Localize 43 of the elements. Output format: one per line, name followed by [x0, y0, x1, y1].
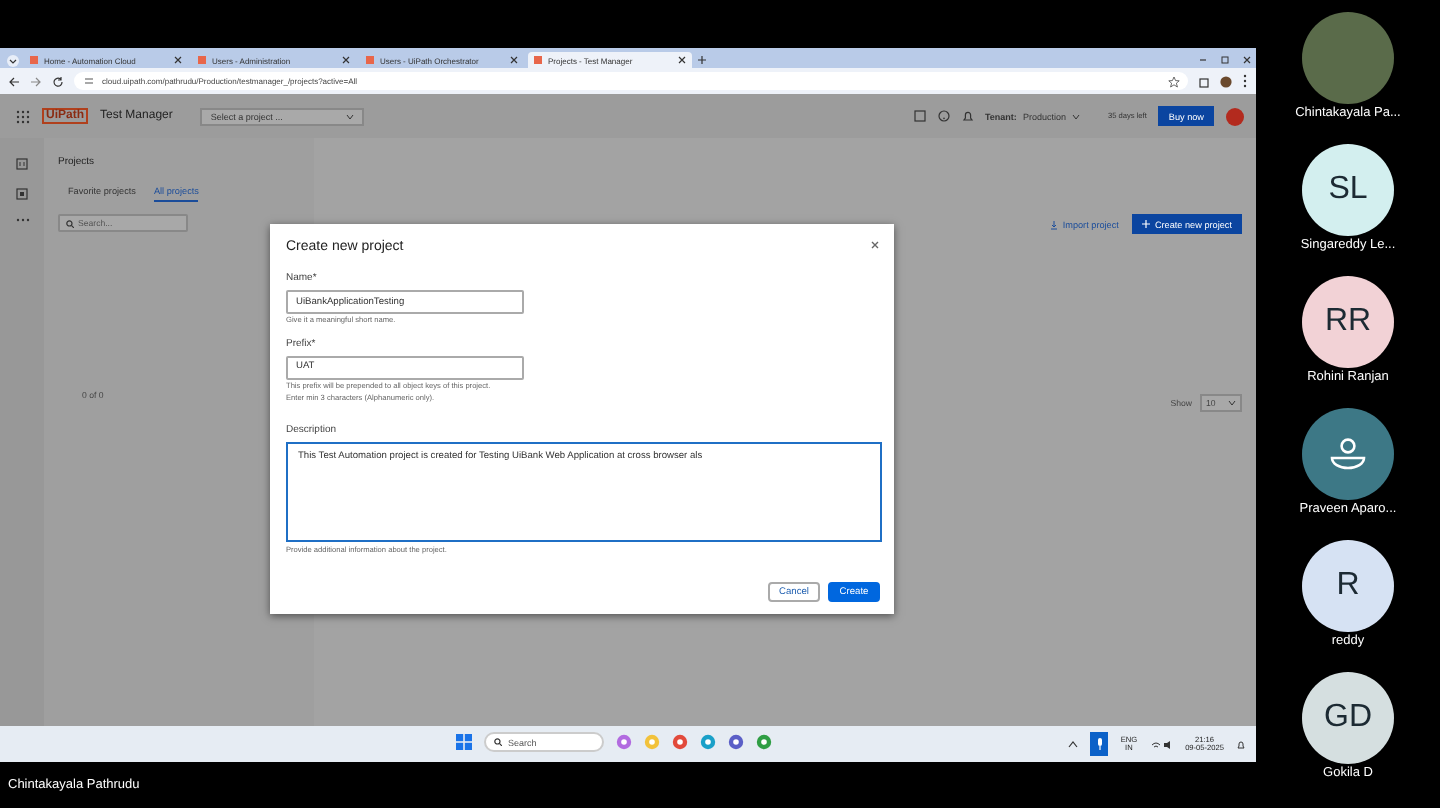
close-icon[interactable] — [342, 56, 350, 64]
close-icon[interactable] — [678, 56, 686, 64]
page-favicon — [30, 56, 38, 64]
dashboard-icon[interactable] — [16, 188, 28, 200]
site-info-icon — [84, 76, 94, 86]
profile-photo-placeholder — [1302, 12, 1394, 104]
plus-icon — [1142, 220, 1151, 228]
extensions-icon[interactable] — [1198, 75, 1210, 87]
profile-avatar-icon[interactable] — [1220, 75, 1232, 87]
new-tab-icon[interactable] — [696, 52, 708, 68]
chevron-down-icon[interactable] — [1071, 113, 1080, 119]
projects-icon[interactable] — [16, 158, 28, 170]
wifi-speaker-icon[interactable] — [1149, 739, 1174, 749]
close-icon[interactable] — [174, 56, 182, 64]
bell-icon[interactable] — [961, 110, 974, 122]
help-icon[interactable] — [937, 110, 950, 122]
close-icon[interactable] — [870, 240, 880, 250]
back-arrow-icon[interactable] — [8, 75, 20, 87]
chevron-down-icon — [1228, 400, 1236, 406]
participant-avatar: SL — [1302, 144, 1394, 236]
bookmark-star-icon[interactable] — [1168, 75, 1180, 87]
forward-arrow-icon[interactable] — [30, 75, 42, 87]
page-favicon — [366, 56, 374, 64]
person-icon — [1328, 438, 1368, 470]
participant-avatar: RR — [1302, 276, 1394, 368]
reload-icon[interactable] — [52, 75, 64, 87]
search-icon — [494, 738, 502, 746]
import-icon — [1050, 219, 1059, 229]
tab-menu-icon[interactable] — [6, 54, 20, 68]
notification-icon[interactable] — [1236, 739, 1246, 749]
app-launcher-icon[interactable] — [16, 109, 30, 123]
chevron-down-icon — [346, 113, 355, 119]
windows-start-icon[interactable] — [456, 734, 472, 750]
microphone-icon[interactable] — [1090, 732, 1109, 756]
chevron-up-icon[interactable] — [1068, 740, 1079, 748]
page-favicon — [198, 56, 206, 64]
search-icon — [66, 219, 74, 227]
more-options-icon[interactable] — [1242, 74, 1248, 88]
document-icon[interactable] — [913, 110, 926, 122]
participant-avatar: GD — [1302, 672, 1394, 764]
close-icon[interactable] — [510, 56, 518, 64]
page-favicon — [534, 56, 542, 64]
participant-avatar: R — [1302, 540, 1394, 632]
